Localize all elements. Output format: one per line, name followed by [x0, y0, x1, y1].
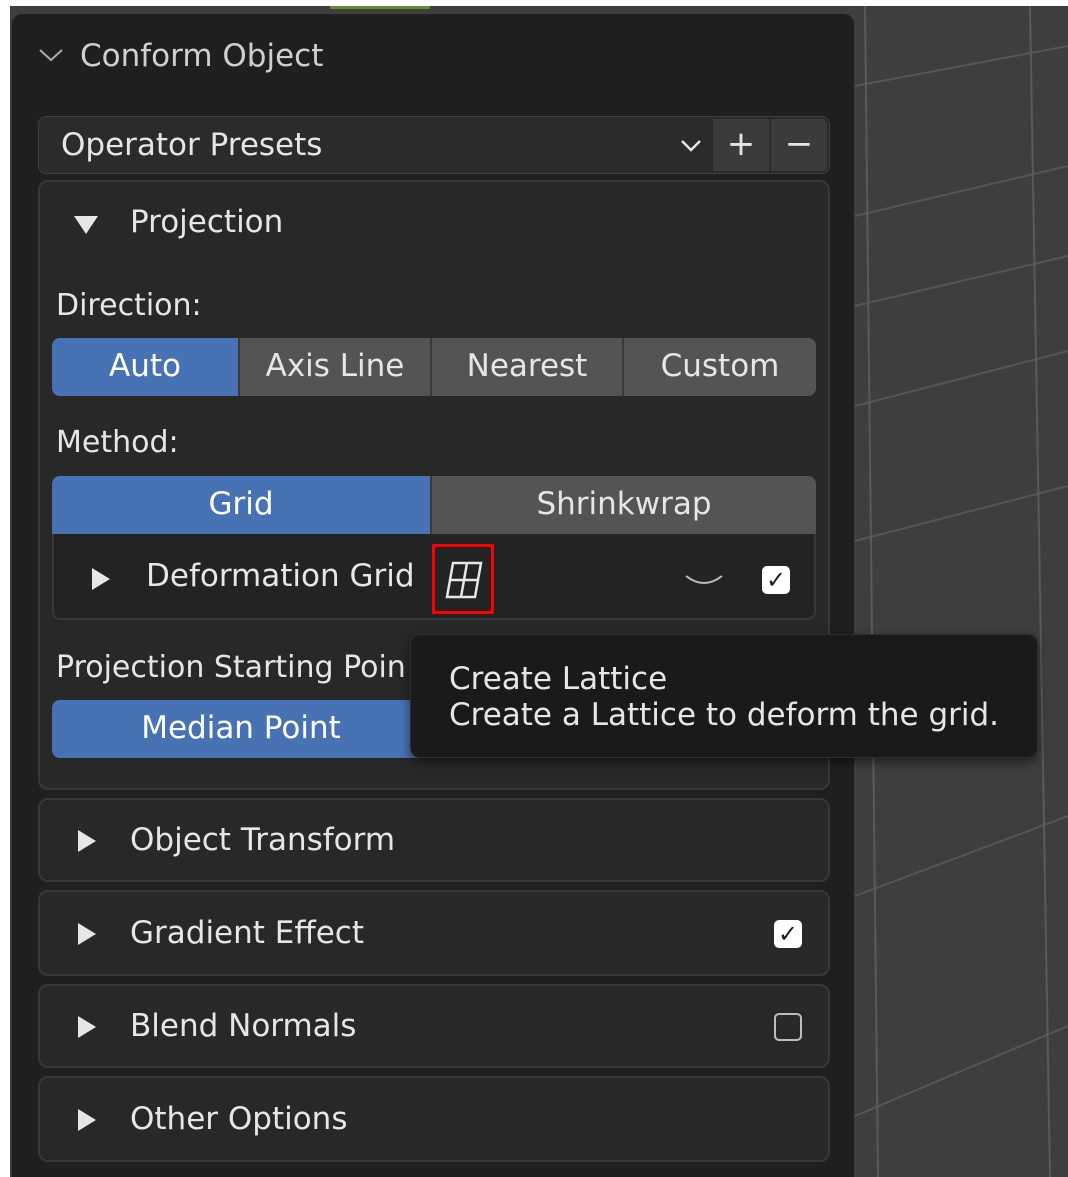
projection-header[interactable]: Projection	[70, 200, 810, 250]
gradient-effect-title: Gradient Effect	[130, 915, 364, 951]
operator-presets-row: Operator Presets + −	[38, 116, 830, 174]
deformation-grid-subpanel[interactable]: Deformation Grid ✓	[52, 534, 816, 620]
other-options-title: Other Options	[130, 1101, 348, 1137]
direction-option-axis-line[interactable]: Axis Line	[240, 338, 432, 396]
projection-starting-point-label: Projection Starting Poin	[56, 650, 406, 685]
triangle-down-icon	[74, 216, 98, 234]
create-lattice-button[interactable]	[432, 544, 494, 614]
blend-normals-title: Blend Normals	[130, 1008, 357, 1044]
method-option-shrinkwrap[interactable]: Shrinkwrap	[432, 476, 816, 534]
triangle-right-icon	[78, 923, 96, 945]
tooltip-description: Create a Lattice to deform the grid.	[449, 697, 1000, 733]
projection-title: Projection	[130, 204, 284, 240]
triangle-right-icon	[78, 1016, 96, 1038]
method-label: Method:	[56, 425, 179, 460]
panel-header[interactable]: Conform Object	[36, 36, 636, 80]
operator-presets-label[interactable]: Operator Presets	[61, 127, 322, 163]
panel-title: Conform Object	[80, 38, 324, 74]
remove-preset-button[interactable]: −	[771, 119, 827, 171]
direction-option-nearest[interactable]: Nearest	[432, 338, 624, 396]
object-transform-title: Object Transform	[130, 822, 396, 858]
chevron-down-icon[interactable]	[680, 139, 702, 153]
triangle-right-icon	[78, 1109, 96, 1131]
blend-normals-checkbox[interactable]	[774, 1013, 802, 1041]
add-preset-button[interactable]: +	[713, 119, 769, 171]
tooltip-title: Create Lattice	[449, 661, 668, 697]
method-option-grid[interactable]: Grid	[52, 476, 432, 534]
starting-point-option-median-point[interactable]: Median Point	[52, 700, 432, 758]
object-transform-section[interactable]: Object Transform	[38, 798, 830, 882]
blend-normals-section[interactable]: Blend Normals	[38, 984, 830, 1068]
tooltip: Create Lattice Create a Lattice to defor…	[410, 634, 1038, 758]
method-selector: Grid Shrinkwrap	[52, 476, 816, 534]
chevron-down-icon[interactable]	[684, 574, 724, 590]
deformation-grid-label: Deformation Grid	[146, 558, 415, 594]
deformation-grid-checkbox[interactable]: ✓	[762, 566, 790, 594]
triangle-right-icon	[92, 568, 110, 590]
gradient-effect-section[interactable]: Gradient Effect ✓	[38, 890, 830, 976]
direction-option-auto[interactable]: Auto	[52, 338, 240, 396]
direction-option-custom[interactable]: Custom	[624, 338, 816, 396]
direction-selector: Auto Axis Line Nearest Custom	[52, 338, 816, 396]
gradient-effect-checkbox[interactable]: ✓	[774, 920, 802, 948]
lattice-grid-icon	[445, 561, 483, 599]
triangle-right-icon	[78, 830, 96, 852]
other-options-section[interactable]: Other Options	[38, 1076, 830, 1162]
direction-label: Direction:	[56, 288, 202, 323]
chevron-down-icon	[39, 49, 63, 62]
